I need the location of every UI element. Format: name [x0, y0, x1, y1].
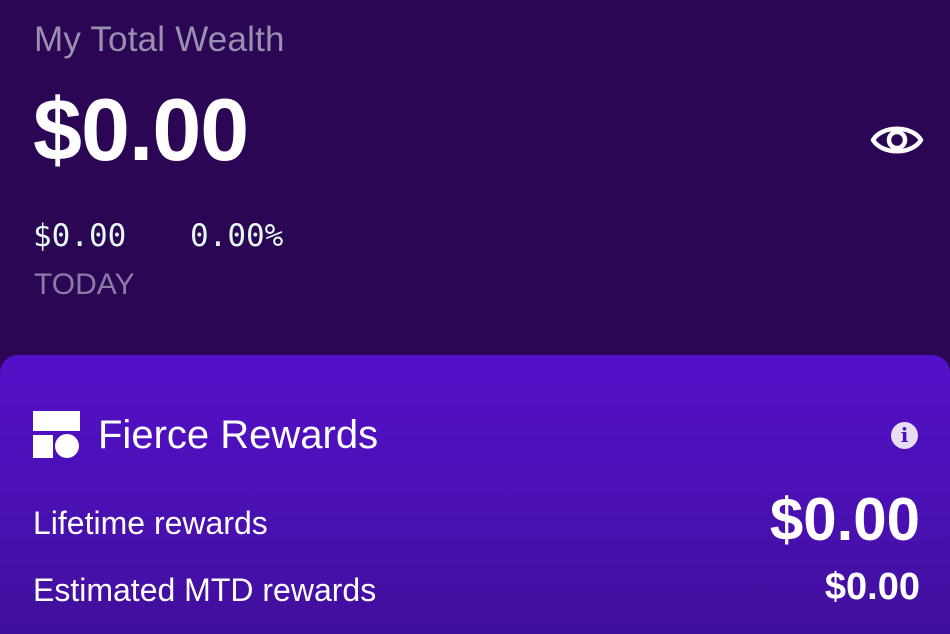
wealth-title: My Total Wealth	[34, 20, 285, 59]
day-change-percent: 0.00%	[190, 218, 284, 254]
fierce-logo-icon	[33, 411, 80, 458]
period-label: TODAY	[34, 268, 135, 301]
eye-icon[interactable]	[870, 120, 924, 160]
rewards-title: Fierce Rewards	[98, 413, 379, 457]
total-wealth-amount: $0.00	[33, 80, 249, 179]
lifetime-rewards-value: $0.00	[769, 486, 920, 553]
info-icon[interactable]: i	[891, 422, 918, 449]
day-change-amount: $0.00	[33, 218, 127, 254]
wealth-screen: My Total Wealth $0.00 $0.00 0.00% TODAY …	[0, 0, 950, 634]
rewards-card[interactable]: Fierce Rewards i Lifetime rewards $0.00 …	[0, 355, 950, 634]
mtd-rewards-value: $0.00	[824, 566, 920, 608]
lifetime-rewards-label: Lifetime rewards	[33, 505, 268, 541]
mtd-rewards-label: Estimated MTD rewards	[33, 572, 377, 608]
